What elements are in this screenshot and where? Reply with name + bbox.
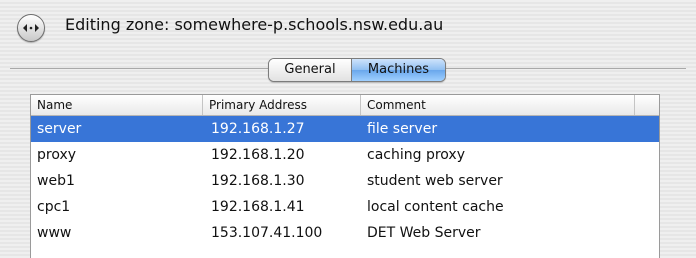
table-row[interactable]: www 153.107.41.100 DET Web Server: [31, 220, 659, 246]
cell-comment: local content cache: [367, 199, 504, 215]
table-row[interactable]: cpc1 192.168.1.41 local content cache: [31, 194, 659, 220]
zone-editor-window: Editing zone: somewhere-p.schools.nsw.ed…: [0, 0, 696, 258]
cell-address: 192.168.1.41: [211, 199, 305, 215]
cell-comment: student web server: [367, 173, 503, 189]
back-forward-icon: [23, 23, 39, 33]
cell-comment: DET Web Server: [367, 225, 481, 241]
cell-name: www: [37, 225, 72, 241]
table-row[interactable]: proxy 192.168.1.20 caching proxy: [31, 142, 659, 168]
tab-general[interactable]: General: [269, 59, 352, 81]
cell-name: web1: [37, 173, 75, 189]
cell-comment: caching proxy: [367, 147, 465, 163]
cell-address: 192.168.1.27: [211, 121, 305, 137]
machines-table: Name Primary Address Comment server 192.…: [30, 94, 660, 258]
column-header-filler: [635, 95, 659, 115]
column-header-primary-address[interactable]: Primary Address: [203, 95, 361, 115]
window-title: Editing zone: somewhere-p.schools.nsw.ed…: [65, 15, 444, 34]
column-header-name[interactable]: Name: [31, 95, 203, 115]
title-bar: Editing zone: somewhere-p.schools.nsw.ed…: [0, 0, 696, 58]
table-header: Name Primary Address Comment: [31, 95, 659, 116]
back-button[interactable]: [17, 14, 45, 42]
cell-name: proxy: [37, 147, 77, 163]
cell-address: 192.168.1.30: [211, 173, 305, 189]
cell-name: server: [37, 121, 82, 137]
cell-name: cpc1: [37, 199, 71, 215]
table-row[interactable]: server 192.168.1.27 file server: [31, 116, 659, 142]
cell-address: 192.168.1.20: [211, 147, 305, 163]
table-row[interactable]: web1 192.168.1.30 student web server: [31, 168, 659, 194]
cell-address: 153.107.41.100: [211, 225, 323, 241]
cell-comment: file server: [367, 121, 438, 137]
column-header-comment[interactable]: Comment: [361, 95, 635, 115]
tab-machines[interactable]: Machines: [352, 59, 445, 81]
tab-control: General Machines: [268, 58, 446, 82]
